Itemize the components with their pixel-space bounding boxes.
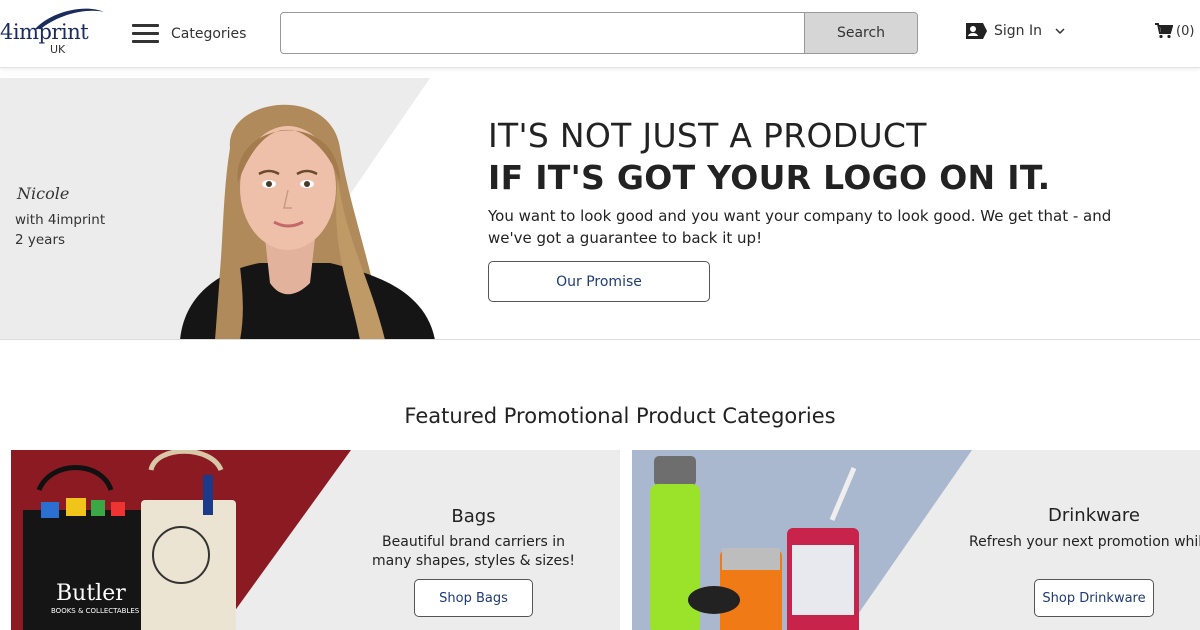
cart-icon xyxy=(1155,23,1173,39)
hamburger-icon xyxy=(132,24,159,44)
bag-print-text: Butler xyxy=(56,581,126,606)
cart-button[interactable]: (0) xyxy=(1155,23,1194,39)
category-card-bags[interactable]: Butler BOOKS & COLLECTABLES Bags Beautif… xyxy=(11,450,620,630)
employee-company: with 4imprint xyxy=(15,212,106,228)
employee-meta: with 4imprint 2 years xyxy=(15,210,105,250)
account-card-icon xyxy=(966,23,987,39)
cart-count: (0) xyxy=(1176,23,1195,39)
search-bar: Search xyxy=(280,12,918,54)
shop-drinkware-button[interactable]: Shop Drinkware xyxy=(1034,579,1154,617)
logo-text: 4imprint xyxy=(0,20,89,44)
employee-tenure: 2 years xyxy=(15,232,66,248)
logo[interactable]: 4imprint UK xyxy=(0,6,110,58)
drinkware-description: Refresh your next promotion while quench… xyxy=(969,534,1200,550)
our-promise-button[interactable]: Our Promise xyxy=(488,261,710,302)
hero-banner: Nicole with 4imprint 2 years IT'S NOT JU… xyxy=(0,78,1200,340)
categories-label: Categories xyxy=(171,26,247,42)
site-header: 4imprint UK Categories Search Sign In (0… xyxy=(0,0,1200,68)
hero-headline-line-2: IF IT'S GOT YOUR LOGO ON IT. xyxy=(488,158,1051,197)
search-button[interactable]: Search xyxy=(804,13,917,53)
search-input[interactable] xyxy=(281,13,804,53)
drinkware-title: Drinkware xyxy=(1048,505,1140,526)
sign-in-button[interactable]: Sign In xyxy=(964,22,1066,40)
hero-headline-line-1: IT'S NOT JUST A PRODUCT xyxy=(488,116,927,155)
hero-description: You want to look good and you want your … xyxy=(488,207,1112,247)
bag-print-subtext: BOOKS & COLLECTABLES xyxy=(51,607,140,615)
bags-description: Beautiful brand carriers in many shapes,… xyxy=(372,534,575,569)
chevron-down-icon xyxy=(1055,28,1065,35)
logo-region: UK xyxy=(50,43,66,56)
employee-portrait xyxy=(180,104,435,339)
employee-name: Nicole xyxy=(17,184,70,203)
featured-section-title: Featured Promotional Product Categories xyxy=(404,404,836,428)
shop-bags-button[interactable]: Shop Bags xyxy=(414,579,533,617)
bags-title: Bags xyxy=(451,506,496,527)
category-card-drinkware[interactable]: Drinkware Refresh your next promotion wh… xyxy=(632,450,1200,630)
sign-in-label: Sign In xyxy=(994,23,1042,39)
categories-menu-button[interactable]: Categories xyxy=(132,20,246,48)
